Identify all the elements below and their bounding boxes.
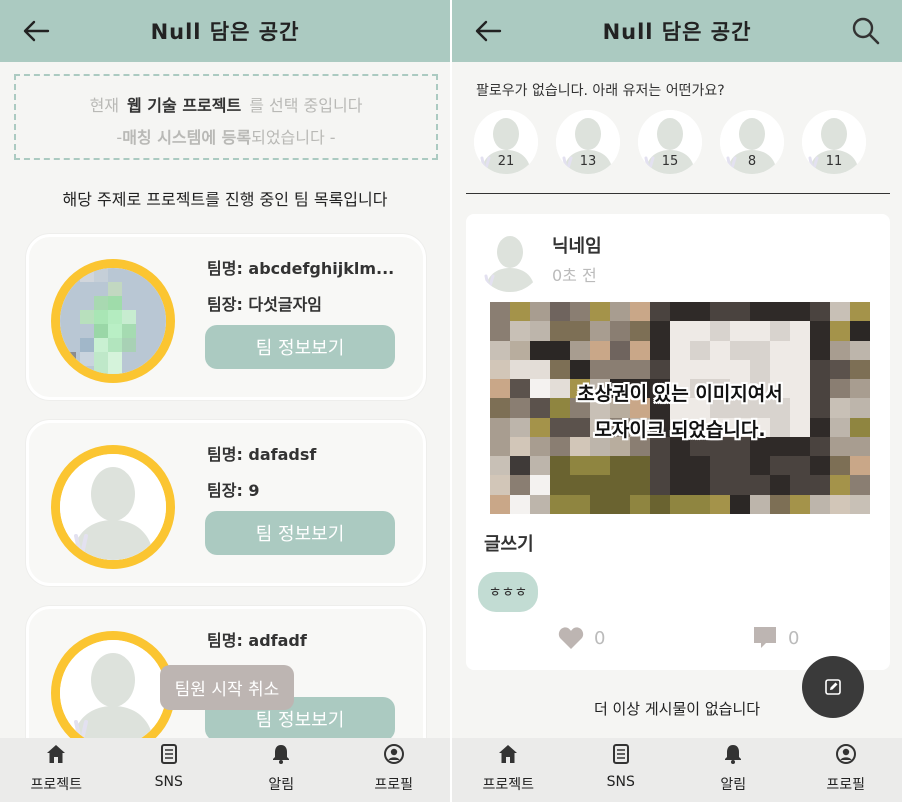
nav-project[interactable]: 프로젝트 — [452, 738, 565, 802]
recommended-user[interactable]: 21 — [474, 110, 538, 174]
default-avatar-icon — [60, 640, 166, 746]
default-avatar-icon — [478, 228, 542, 292]
app-header: Null 담은 공간 — [452, 0, 902, 62]
team-info-button[interactable]: 팀 정보보기 — [205, 325, 395, 369]
team-card: 팀명: abcdefghijklm... 팀장: 다섯글자임 팀 정보보기 — [26, 234, 426, 400]
user-circle-icon — [383, 744, 404, 764]
nav-label: 프로젝트 — [30, 777, 83, 793]
mosaic-notice-line2: 모자이크 되었습니다. — [594, 419, 766, 441]
project-notice: 현재 웹 기술 프로젝트 를 선택 중입니다 -매칭 시스템에 등록되었습니다 - — [14, 74, 438, 160]
team-leader: 팀장: 9 — [207, 481, 260, 500]
bottom-nav: 프로젝트 SNS 알림 프로필 — [0, 738, 450, 802]
sns-screen: Null 담은 공간 팔로우가 없습니다. 아래 유저는 어떤가요? 21 13… — [452, 0, 902, 802]
search-icon[interactable] — [852, 17, 880, 45]
edit-icon — [825, 679, 841, 695]
post-author-nickname[interactable]: 닉네임 — [552, 232, 602, 258]
nav-label: 알림 — [720, 777, 747, 793]
notice-l2-suffix: 되었습니다 - — [251, 128, 336, 147]
home-icon — [47, 745, 66, 763]
notice-l2-bold: 매칭 시스템에 등록 — [122, 128, 252, 147]
nav-alarm[interactable]: 알림 — [677, 738, 790, 802]
post-author-avatar[interactable] — [478, 228, 542, 292]
post-tag[interactable]: ㅎㅎㅎ — [478, 572, 538, 612]
recommended-user[interactable]: 13 — [556, 110, 620, 174]
post-image[interactable]: 초상권이 있는 이미지여서 모자이크 되었습니다. — [490, 302, 870, 514]
team-card: 팀명: dafadsf 팀장: 9 팀 정보보기 — [26, 420, 426, 586]
like-button[interactable]: 0 — [558, 626, 605, 650]
bell-icon — [273, 745, 290, 764]
nav-alarm[interactable]: 알림 — [225, 738, 338, 802]
notice-suffix: 를 선택 중입니다 — [249, 96, 363, 115]
team-avatar — [51, 259, 175, 383]
recommended-user[interactable]: 8 — [720, 110, 784, 174]
team-leader: 팀장: 다섯글자임 — [207, 295, 323, 314]
recommended-users: 21 13 15 8 11 — [474, 110, 866, 174]
nav-label: SNS — [154, 774, 183, 790]
comment-button[interactable]: 0 — [752, 626, 799, 650]
nav-label: 프로필 — [374, 777, 414, 793]
app-header: Null 담은 공간 — [0, 0, 450, 62]
notice-project: 웹 기술 프로젝트 — [127, 96, 242, 115]
mosaic-notice: 초상권이 있는 이미지여서 모자이크 되었습니다. — [490, 376, 870, 448]
post-time: 0초 전 — [552, 266, 597, 285]
nav-sns[interactable]: SNS — [565, 738, 678, 802]
cancel-team-toast[interactable]: 팀원 시작 취소 — [160, 665, 294, 710]
back-arrow-icon[interactable] — [474, 18, 502, 44]
team-avatar — [51, 445, 175, 569]
mosaic-avatar-image — [60, 268, 166, 374]
recommended-user-id: 11 — [825, 154, 843, 169]
nav-label: SNS — [606, 774, 635, 790]
app-title: Null 담은 공간 — [602, 20, 752, 44]
notice-prefix: 현재 — [89, 96, 120, 115]
nav-label: 프로젝트 — [482, 777, 535, 793]
team-info: 팀명: abcdefghijklm... 팀장: 다섯글자임 — [207, 257, 407, 329]
user-circle-icon — [835, 744, 856, 764]
home-icon — [499, 745, 518, 763]
comment-icon — [754, 627, 776, 648]
mosaic-notice-line1: 초상권이 있는 이미지여서 — [577, 383, 783, 405]
back-arrow-icon[interactable] — [22, 18, 50, 44]
like-count: 0 — [594, 627, 606, 649]
team-avatar — [51, 631, 175, 755]
recommended-user-id: 21 — [497, 154, 515, 169]
recommended-user-id: 15 — [661, 154, 679, 169]
nav-profile[interactable]: 프로필 — [790, 738, 902, 802]
recommended-user[interactable]: 15 — [638, 110, 702, 174]
team-list-caption: 해당 주제로 프로젝트를 진행 중인 팀 목록입니다 — [62, 190, 388, 209]
nav-label: 프로필 — [826, 777, 866, 793]
recommended-user[interactable]: 11 — [802, 110, 866, 174]
nav-label: 알림 — [268, 777, 295, 793]
recommended-user-id: 8 — [747, 154, 757, 169]
bell-icon — [725, 745, 742, 764]
document-icon — [612, 744, 629, 764]
app-title: Null 담은 공간 — [150, 20, 300, 44]
nav-sns[interactable]: SNS — [113, 738, 226, 802]
write-post-button[interactable] — [802, 656, 864, 718]
comment-count: 0 — [788, 627, 800, 649]
team-name: 팀명: dafadsf — [207, 445, 317, 464]
follow-caption: 팔로우가 없습니다. 아래 유저는 어떤가요? — [476, 83, 725, 99]
post-title: 글쓰기 — [484, 534, 534, 555]
bottom-nav: 프로젝트 SNS 알림 프로필 — [452, 738, 902, 802]
team-name: 팀명: abcdefghijklm... — [207, 259, 395, 278]
document-icon — [160, 744, 177, 764]
nav-profile[interactable]: 프로필 — [338, 738, 451, 802]
heart-icon — [558, 627, 584, 649]
section-divider — [466, 193, 890, 194]
nav-project[interactable]: 프로젝트 — [0, 738, 113, 802]
team-info: 팀명: dafadsf 팀장: 9 — [207, 443, 407, 515]
recommended-user-id: 13 — [579, 154, 597, 169]
default-avatar-icon — [60, 454, 166, 560]
project-screen: Null 담은 공간 현재 웹 기술 프로젝트 를 선택 중입니다 -매칭 시스템에… — [0, 0, 450, 802]
team-name: 팀명: adfadf — [207, 631, 307, 650]
team-info-button[interactable]: 팀 정보보기 — [205, 511, 395, 555]
post-card: 닉네임 0초 전 초상권이 있는 이미지여서 모자이크 되었습니다. 글쓰기 ㅎ… — [466, 214, 890, 670]
